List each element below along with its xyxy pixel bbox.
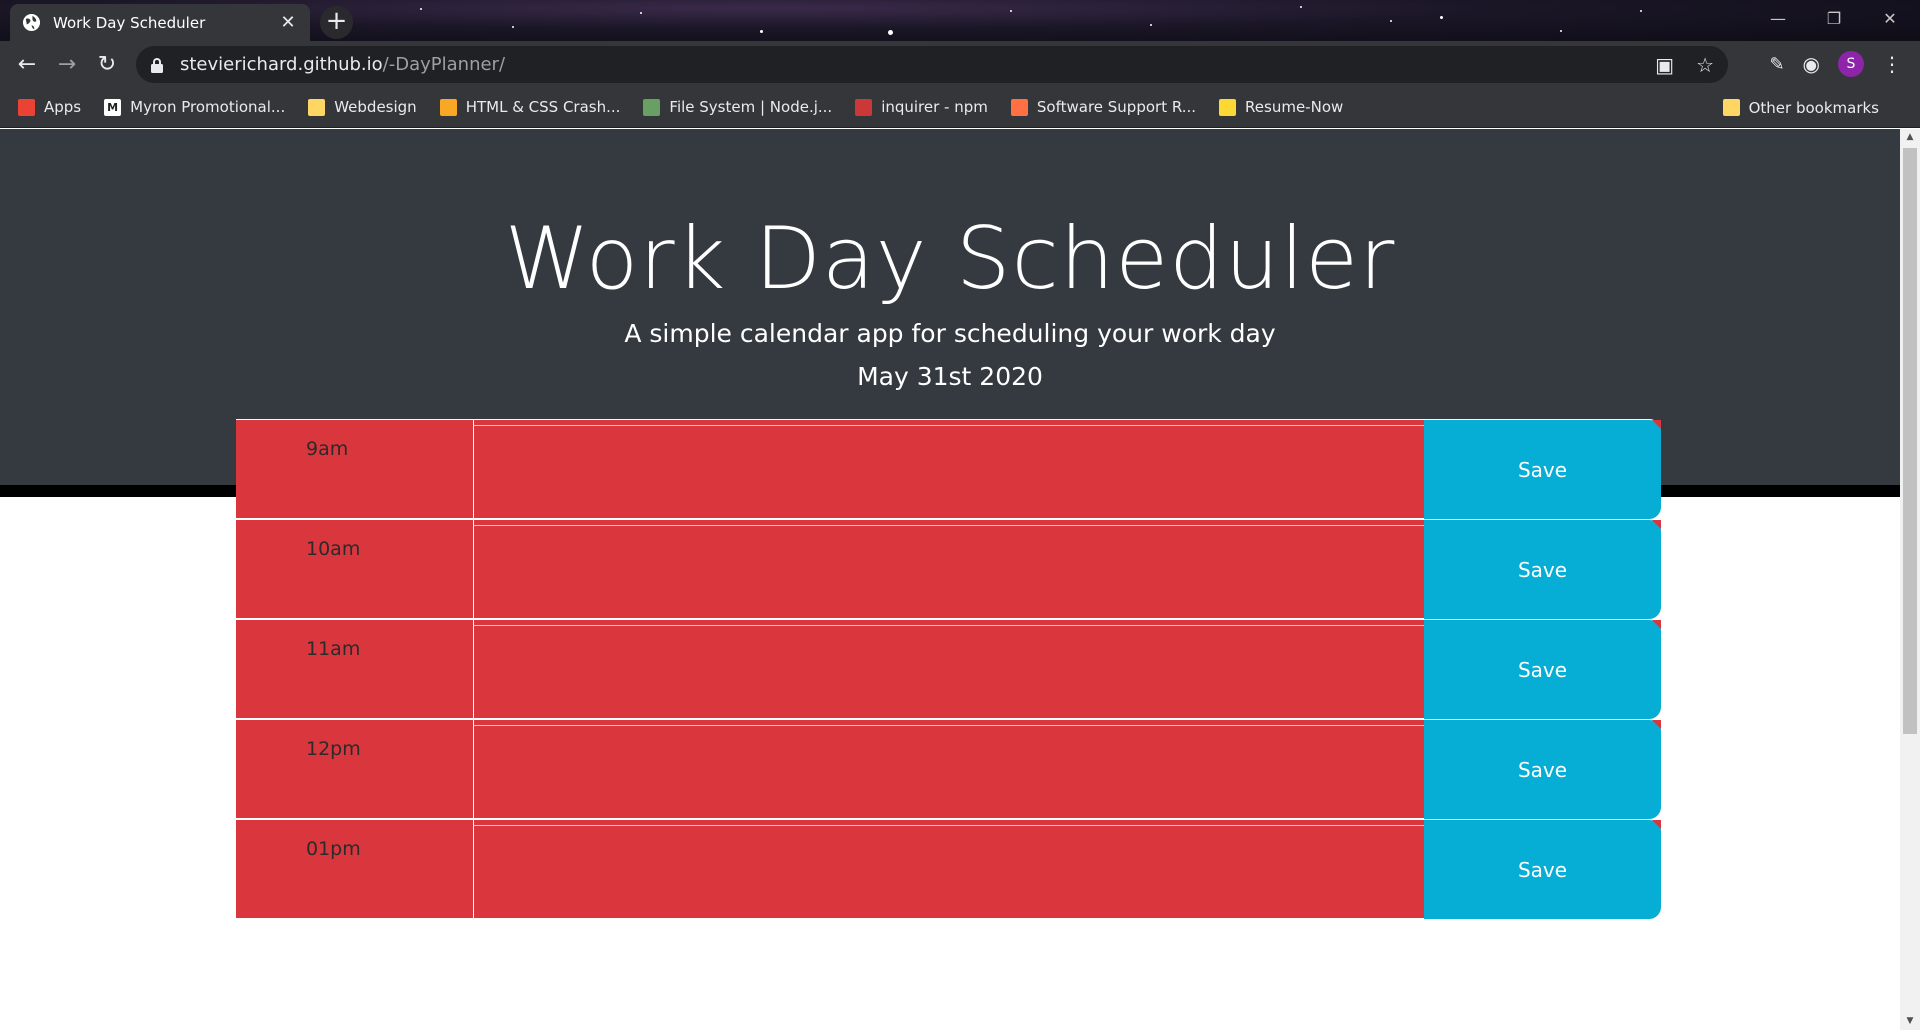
- bookmark-label: Apps: [44, 98, 82, 116]
- time-block-row: 11am Save: [236, 619, 1661, 719]
- bookmark-label: inquirer - npm: [881, 98, 988, 116]
- event-description-textarea[interactable]: [474, 519, 1424, 619]
- extension-pen-icon[interactable]: ✎: [1769, 54, 1784, 75]
- restore-icon[interactable]: ❐: [1806, 0, 1862, 36]
- address-bar[interactable]: stevierichard.github.io/-DayPlanner/ ▣ ☆: [136, 46, 1728, 83]
- time-block-row: 12pm Save: [236, 719, 1661, 819]
- cast-icon[interactable]: ▣: [1655, 53, 1674, 77]
- bars-icon: [1010, 98, 1028, 116]
- current-date: May 31st 2020: [857, 362, 1043, 391]
- browser-toolbar: ← → ↻ stevierichard.github.io/-DayPlanne…: [0, 41, 1920, 87]
- folder-icon: [308, 98, 326, 116]
- hour-label: 10am: [236, 519, 474, 619]
- page-subtitle: A simple calendar app for scheduling you…: [624, 319, 1276, 348]
- bars-icon: [439, 98, 457, 116]
- browser-tabstrip: Work Day Scheduler ✕ + — ❐ ✕: [0, 0, 1920, 41]
- bookmark-item[interactable]: Apps: [18, 98, 81, 116]
- folder-icon: [1722, 99, 1740, 116]
- time-block-list: 9am Save 10am Save 11am Save 12pm Save 01pm Save: [236, 419, 1661, 919]
- back-icon[interactable]: ←: [7, 44, 47, 84]
- bookmark-label: Webdesign: [334, 98, 417, 116]
- url-host: stevierichard.github.io: [180, 54, 383, 75]
- scroll-thumb[interactable]: [1903, 148, 1917, 734]
- new-tab-button[interactable]: +: [320, 6, 353, 39]
- event-description-textarea[interactable]: [474, 719, 1424, 819]
- minimize-icon[interactable]: —: [1750, 0, 1806, 36]
- hour-label: 11am: [236, 619, 474, 719]
- bookmark-label: File System | Node.j...: [669, 98, 833, 116]
- resume-icon: [1219, 98, 1237, 116]
- time-block-row: 10am Save: [236, 519, 1661, 619]
- menu-kebab-icon[interactable]: ⋮: [1882, 52, 1902, 76]
- bookmark-item[interactable]: HTML & CSS Crash...: [439, 98, 621, 116]
- bookmark-label: Resume-Now: [1245, 98, 1344, 116]
- time-block-row: 01pm Save: [236, 819, 1661, 919]
- bookmarks-bar: Apps M Myron Promotional... Webdesign HTML &…: [0, 87, 1920, 128]
- save-button[interactable]: Save: [1424, 719, 1661, 819]
- vertical-scrollbar[interactable]: ▲ ▼: [1900, 129, 1920, 1030]
- profile-avatar[interactable]: S: [1838, 51, 1864, 77]
- bookmark-label: Other bookmarks: [1748, 98, 1879, 117]
- save-button[interactable]: Save: [1424, 819, 1661, 919]
- page-title: Work Day Scheduler: [504, 209, 1396, 309]
- reload-icon[interactable]: ↻: [87, 44, 127, 84]
- bookmark-label: HTML & CSS Crash...: [465, 98, 621, 116]
- url-path: /-DayPlanner/: [382, 54, 506, 75]
- bookmark-star-icon[interactable]: ☆: [1696, 53, 1714, 77]
- close-tab-icon[interactable]: ✕: [278, 12, 298, 33]
- hour-label: 01pm: [236, 819, 474, 919]
- npm-icon: [855, 98, 873, 116]
- hour-label: 12pm: [236, 719, 474, 819]
- apps-grid-icon: [18, 98, 35, 116]
- other-bookmarks[interactable]: Other bookmarks: [1722, 87, 1879, 128]
- save-button[interactable]: Save: [1424, 519, 1661, 619]
- extension-circle-icon[interactable]: ◉: [1803, 52, 1820, 76]
- window-close-icon[interactable]: ✕: [1862, 0, 1918, 36]
- bookmark-label: Software Support R...: [1036, 98, 1197, 116]
- scroll-down-icon[interactable]: ▼: [1900, 1013, 1920, 1030]
- bookmark-item[interactable]: Webdesign: [308, 98, 417, 116]
- bookmark-item[interactable]: Resume-Now: [1219, 98, 1343, 116]
- tab-work-day-scheduler[interactable]: Work Day Scheduler ✕: [10, 4, 310, 41]
- save-button[interactable]: Save: [1424, 619, 1661, 719]
- scroll-up-icon[interactable]: ▲: [1900, 129, 1920, 146]
- tab-title: Work Day Scheduler: [53, 13, 206, 32]
- bookmark-label: Myron Promotional...: [130, 98, 286, 116]
- event-description-textarea[interactable]: [474, 819, 1424, 919]
- lock-icon: [151, 57, 163, 73]
- globe-icon: [22, 13, 41, 32]
- myron-icon: M: [104, 98, 122, 116]
- bookmark-item[interactable]: Software Support R...: [1010, 98, 1197, 116]
- forward-icon[interactable]: →: [47, 44, 87, 84]
- bookmark-item[interactable]: M Myron Promotional...: [104, 98, 285, 116]
- bookmark-item[interactable]: File System | Node.j...: [643, 98, 832, 116]
- time-block-row: 9am Save: [236, 419, 1661, 519]
- save-button[interactable]: Save: [1424, 419, 1661, 519]
- bookmark-item[interactable]: inquirer - npm: [855, 98, 988, 116]
- event-description-textarea[interactable]: [474, 419, 1424, 519]
- nodejs-icon: [643, 98, 661, 116]
- event-description-textarea[interactable]: [474, 619, 1424, 719]
- hour-label: 9am: [236, 419, 474, 519]
